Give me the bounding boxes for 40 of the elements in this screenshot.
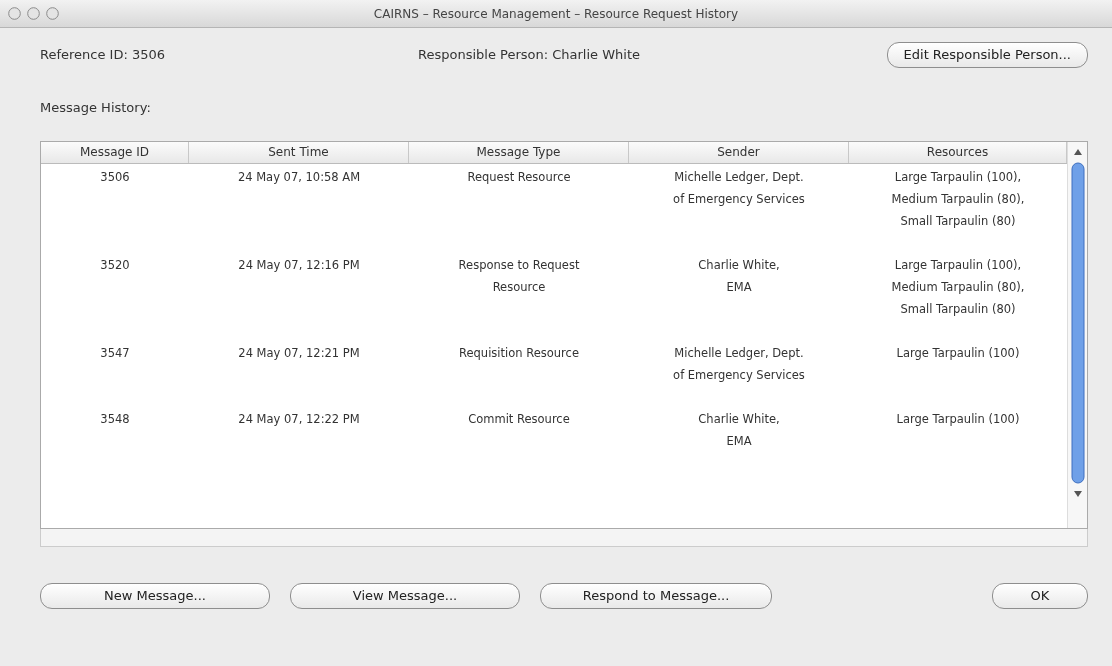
message-action-button[interactable]: Respond to Message... <box>540 583 772 609</box>
table-cell: Large Tarpaulin (100) <box>896 412 1020 426</box>
table-cell: 3506 <box>100 170 130 184</box>
responsible-person-label: Responsible Person: Charlie White <box>418 46 642 64</box>
column-header[interactable]: Message ID <box>41 142 189 163</box>
table-cell: 3547 <box>100 346 130 360</box>
window-zoom-icon[interactable] <box>46 7 59 20</box>
table-cell: Requisition Resource <box>459 346 579 360</box>
table-cell: 3520 <box>100 258 130 272</box>
scroll-thumb[interactable] <box>1070 162 1085 484</box>
ok-button[interactable]: OK <box>992 583 1088 609</box>
table-cell: Large Tarpaulin (100) <box>896 346 1020 360</box>
table-cell: Charlie White, EMA <box>698 258 780 294</box>
window-close-icon[interactable] <box>8 7 21 20</box>
column-header[interactable]: Sent Time <box>189 142 409 163</box>
message-action-button[interactable]: New Message... <box>40 583 270 609</box>
message-action-button[interactable]: View Message... <box>290 583 520 609</box>
reference-id-label: Reference ID: 3506 <box>40 46 167 64</box>
table-cell: Response to Request Resource <box>458 258 580 294</box>
scroll-down-icon[interactable] <box>1073 490 1082 498</box>
table-cell: 24 May 07, 12:16 PM <box>238 258 360 272</box>
column-header[interactable]: Sender <box>629 142 849 163</box>
table-cell: 24 May 07, 12:21 PM <box>238 346 360 360</box>
window-minimize-icon[interactable] <box>27 7 40 20</box>
scroll-up-icon[interactable] <box>1073 148 1082 156</box>
table-cell: Michelle Ledger, Dept. of Emergency Services <box>673 170 805 206</box>
window-title: CAIRNS – Resource Management – Resource Request History <box>373 5 739 23</box>
column-header[interactable]: Message Type <box>409 142 629 163</box>
table-cell: Michelle Ledger, Dept. of Emergency Services <box>673 346 805 382</box>
table-cell: Large Tarpaulin (100), Medium Tarpaulin (80), Small Tarpaulin (80) <box>891 170 1025 228</box>
table-cell: Large Tarpaulin (100), Medium Tarpaulin (80), Small Tarpaulin (80) <box>891 258 1025 316</box>
table-cell: Charlie White, EMA <box>698 412 780 448</box>
table-cell: 24 May 07, 10:58 AM <box>237 170 361 184</box>
edit-responsible-person-button[interactable]: Edit Responsible Person... <box>886 42 1088 68</box>
table-cell: Commit Resource <box>468 412 570 426</box>
message-history-label: Message History: <box>40 98 152 117</box>
table-cell: 3548 <box>100 412 130 426</box>
table-cell: 24 May 07, 12:22 PM <box>238 412 360 426</box>
table-cell: Request Resource <box>467 170 571 184</box>
vertical-scrollbar[interactable] <box>1067 142 1087 528</box>
